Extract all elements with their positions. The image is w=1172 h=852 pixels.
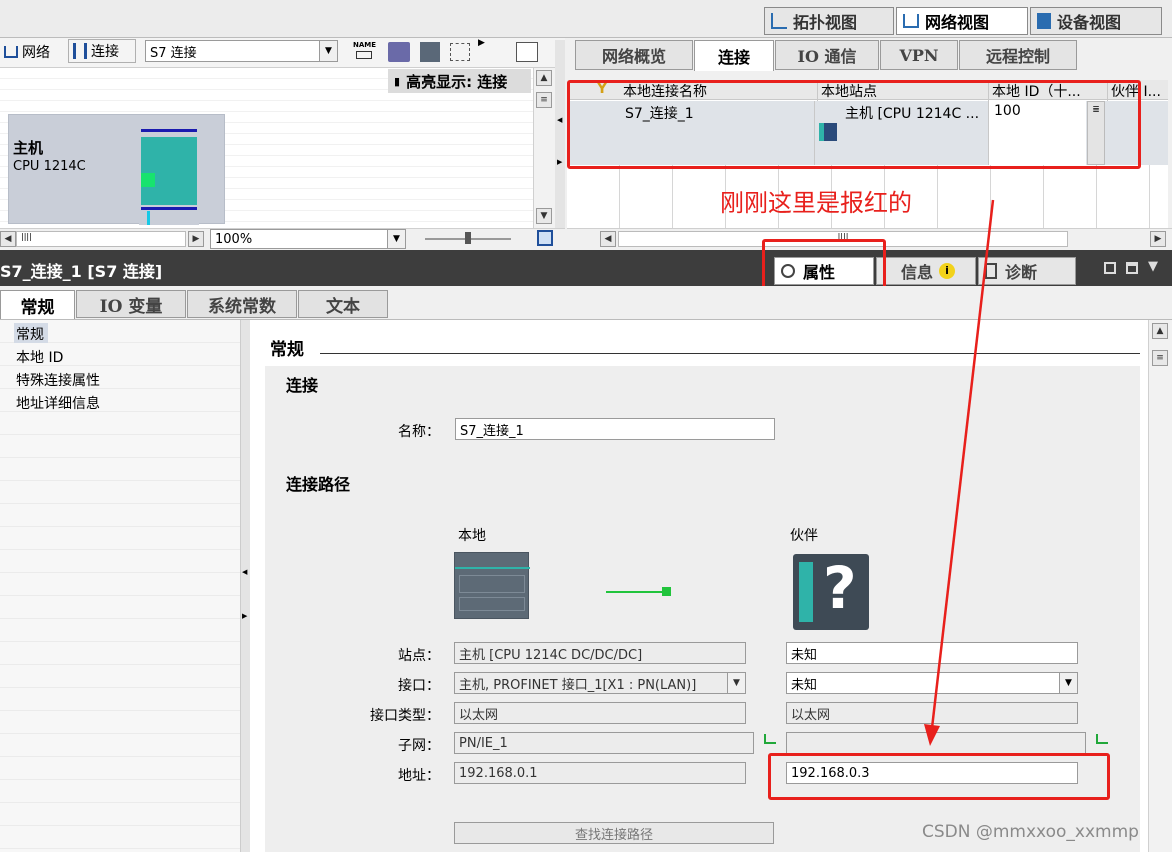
watermark: CSDN @mmxxoo_xxmmp xyxy=(922,822,1139,842)
annotation-arrow-line xyxy=(930,199,995,729)
annotation-arrow xyxy=(924,199,995,746)
annotation-arrowhead xyxy=(924,724,940,746)
